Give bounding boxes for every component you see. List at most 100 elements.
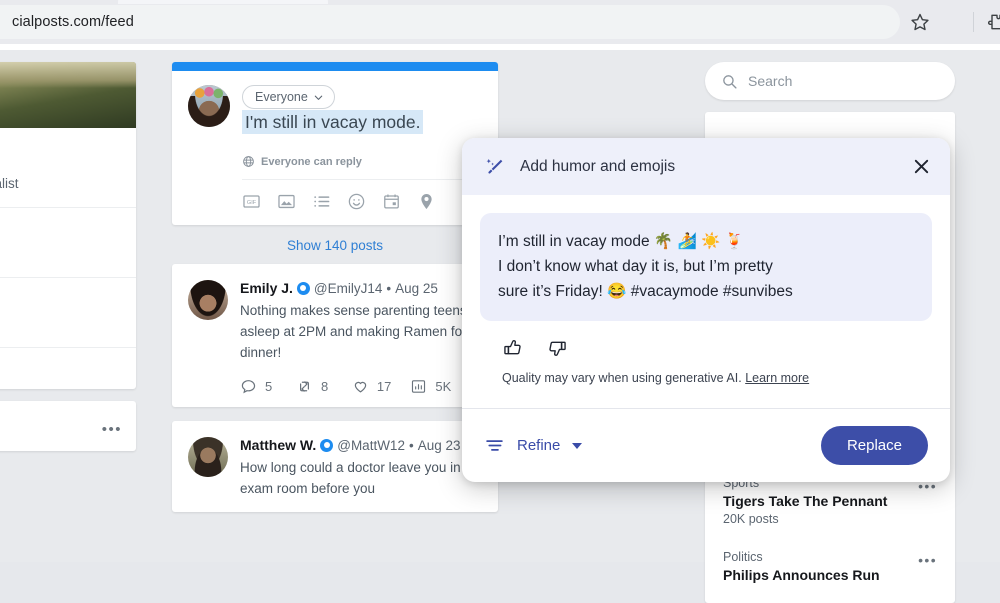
- like-action[interactable]: 17: [352, 378, 410, 395]
- stat-followers[interactable]: lowers 345: [0, 277, 136, 347]
- profile-role: on Specialist: [0, 176, 122, 191]
- ai-popup-title: Add humor and emojis: [520, 158, 897, 176]
- post-text: Nothing makes sense parenting teens in a…: [240, 301, 482, 364]
- stat-following-label: lowing: [0, 224, 122, 240]
- location-pin-icon[interactable]: [417, 192, 436, 211]
- suggestions-card: ons •••: [0, 401, 136, 451]
- star-icon[interactable]: [908, 10, 932, 34]
- compose-toolbar: GIF: [242, 180, 482, 213]
- post-header: Emily J. @EmilyJ14 • Aug 25: [240, 280, 482, 296]
- chevron-down-icon[interactable]: [572, 443, 582, 449]
- ai-suggestion-line-2: I don’t know what day it is, but I’m pre…: [498, 254, 914, 279]
- replace-label: Replace: [847, 437, 902, 454]
- post-actions: 5 8 17 5K: [240, 378, 482, 395]
- search-icon: [721, 73, 738, 90]
- compose-accent-bar: [172, 62, 498, 71]
- view-profile-link[interactable]: w profile: [0, 361, 122, 376]
- post-separator: •: [386, 281, 391, 296]
- comment-action[interactable]: 5: [240, 378, 296, 395]
- avatar[interactable]: [188, 437, 228, 477]
- like-count: 17: [377, 379, 391, 394]
- post-header: Matthew W. @MattW12 • Aug 23: [240, 437, 482, 453]
- profile-name: bby B.: [0, 152, 122, 172]
- stat-following-value: 239: [0, 245, 122, 263]
- comment-count: 5: [265, 379, 272, 394]
- learn-more-link[interactable]: Learn more: [745, 371, 809, 385]
- post-author-name: Emily J.: [240, 280, 293, 296]
- emoji-icon[interactable]: [347, 192, 366, 211]
- globe-icon: [242, 155, 255, 168]
- compose-card: Everyone I'm still in vacay mode. Everyo…: [172, 62, 498, 225]
- ai-suggestion-text[interactable]: I’m still in vacay mode 🌴 🏄 ☀️ 🍹 I don’t…: [480, 213, 932, 321]
- image-icon[interactable]: [277, 192, 296, 211]
- repost-count: 8: [321, 379, 328, 394]
- list-item[interactable]: Politics Philips Announces Run •••: [705, 538, 955, 595]
- post-author-name: Matthew W.: [240, 437, 316, 453]
- ai-suggestion-line-3: sure it’s Friday! 😂 #vacaymode #sunvibes: [498, 279, 914, 304]
- left-sidebar: bby B. on Specialist lowing 239 lowers 3…: [0, 62, 136, 451]
- like-heart-icon: [352, 378, 369, 395]
- stat-following[interactable]: lowing 239: [0, 207, 136, 277]
- post-handle: @EmilyJ14: [314, 281, 382, 296]
- repost-icon: [296, 378, 313, 395]
- audience-selector[interactable]: Everyone: [242, 85, 335, 109]
- compose-avatar[interactable]: [188, 85, 230, 127]
- ai-popup-footer: Refine Replace: [462, 408, 950, 482]
- browser-chrome: cialposts.com/feed: [0, 0, 1000, 44]
- replace-button[interactable]: Replace: [821, 426, 928, 465]
- reply-permission-note[interactable]: Everyone can reply: [242, 155, 482, 168]
- ai-suggestion-popup: Add humor and emojis I’m still in vacay …: [462, 138, 950, 482]
- more-options-icon[interactable]: •••: [918, 552, 937, 568]
- trend-title: Tigers Take The Pennant: [723, 493, 937, 509]
- gif-icon[interactable]: GIF: [242, 192, 261, 211]
- svg-text:GIF: GIF: [247, 200, 257, 206]
- avatar[interactable]: [188, 280, 228, 320]
- views-bar-chart-icon: [410, 378, 427, 395]
- view-profile-row[interactable]: w profile: [0, 347, 136, 389]
- chevron-down-icon: [313, 92, 324, 103]
- search-input[interactable]: Search: [705, 62, 955, 100]
- refine-button[interactable]: Refine: [484, 435, 582, 456]
- profile-cover-image: [0, 62, 136, 128]
- table-row[interactable]: Matthew W. @MattW12 • Aug 23 How long co…: [172, 421, 498, 512]
- page-canvas: bby B. on Specialist lowing 239 lowers 3…: [0, 50, 1000, 562]
- profile-card: bby B. on Specialist lowing 239 lowers 3…: [0, 62, 136, 389]
- ai-feedback-controls: [480, 321, 932, 359]
- repost-action[interactable]: 8: [296, 378, 352, 395]
- verified-badge-icon: [320, 439, 333, 452]
- ai-popup-header: Add humor and emojis: [462, 138, 950, 195]
- post-separator: •: [409, 438, 414, 453]
- views-action[interactable]: 5K: [410, 378, 465, 395]
- compose-textarea[interactable]: I'm still in vacay mode.: [242, 110, 423, 134]
- post-date: Aug 23: [418, 438, 461, 453]
- filter-tune-icon: [484, 435, 505, 456]
- trend-post-count: 20K posts: [723, 512, 937, 526]
- show-new-posts-link[interactable]: Show 140 posts: [172, 225, 498, 264]
- address-bar-url: cialposts.com/feed: [12, 14, 134, 30]
- toolbar-divider: [973, 12, 974, 32]
- ai-disclaimer-text: Quality may vary when using generative A…: [502, 371, 742, 385]
- audience-label: Everyone: [255, 90, 308, 104]
- post-text: How long could a doctor leave you in an …: [240, 458, 482, 500]
- ai-disclaimer: Quality may vary when using generative A…: [480, 359, 932, 385]
- close-x-icon[interactable]: [911, 156, 932, 177]
- extensions-puzzle-icon[interactable]: [985, 10, 1000, 34]
- refine-label: Refine: [517, 437, 560, 454]
- show-new-posts-label: Show 140 posts: [287, 238, 383, 253]
- ai-popup-body: I’m still in vacay mode 🌴 🏄 ☀️ 🍹 I don’t…: [462, 195, 950, 385]
- more-options-icon[interactable]: •••: [102, 421, 122, 438]
- address-bar[interactable]: cialposts.com/feed: [0, 5, 900, 39]
- comment-icon: [240, 378, 257, 395]
- schedule-calendar-icon[interactable]: [382, 192, 401, 211]
- post-handle: @MattW12: [337, 438, 405, 453]
- browser-tab-stub[interactable]: [118, 0, 328, 4]
- ai-suggestion-line-1: I’m still in vacay mode 🌴 🏄 ☀️ 🍹: [498, 229, 914, 254]
- magic-wand-sparkle-icon: [484, 156, 506, 178]
- table-row[interactable]: Emily J. @EmilyJ14 • Aug 25 Nothing make…: [172, 264, 498, 407]
- poll-list-icon[interactable]: [312, 192, 331, 211]
- stat-followers-label: lowers: [0, 294, 122, 310]
- search-placeholder: Search: [748, 73, 792, 89]
- thumbs-up-icon[interactable]: [502, 337, 524, 359]
- post-date: Aug 25: [395, 281, 438, 296]
- thumbs-down-icon[interactable]: [546, 337, 568, 359]
